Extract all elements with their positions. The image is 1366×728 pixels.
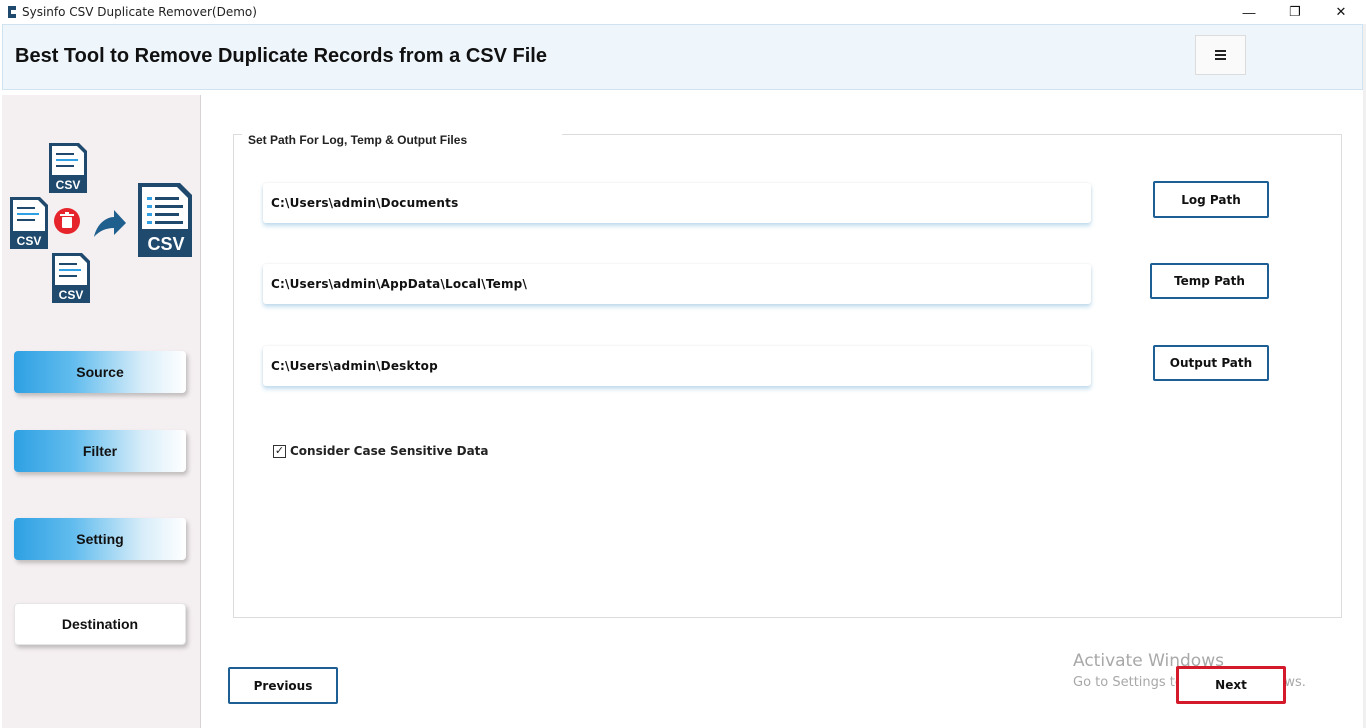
checkmark-icon: ✓ — [274, 444, 285, 457]
menu-button[interactable] — [1195, 35, 1246, 75]
log-path-button[interactable]: Log Path — [1153, 181, 1269, 218]
next-button[interactable]: Next — [1176, 666, 1286, 704]
nav-setting-label: Setting — [76, 531, 124, 547]
app-header: Best Tool to Remove Duplicate Records fr… — [2, 24, 1363, 90]
csv-icon-label: CSV — [17, 234, 42, 248]
minimize-icon: — — [1242, 4, 1256, 20]
nav-destination-label: Destination — [61, 616, 139, 632]
nav-filter-label: Filter — [82, 443, 118, 459]
nav-source-button[interactable]: Source — [14, 351, 186, 393]
csv-output-file-icon: CSV — [138, 183, 192, 257]
output-path-button[interactable]: Output Path — [1153, 345, 1269, 381]
output-path-value: C:\Users\admin\Desktop — [271, 359, 438, 373]
log-path-field[interactable]: C:\Users\admin\Documents — [263, 183, 1091, 223]
maximize-icon: ❐ — [1289, 4, 1301, 19]
output-path-button-label: Output Path — [1169, 356, 1253, 370]
csv-file-icon: CSV — [49, 143, 87, 193]
csv-icon-label: CSV — [56, 178, 81, 192]
csv-file-icon: CSV — [10, 197, 48, 249]
page-title: Best Tool to Remove Duplicate Records fr… — [15, 45, 547, 67]
csv-duplicate-illustration: CSV CSV CSV CSV — [10, 143, 192, 303]
next-button-label: Next — [1215, 678, 1247, 692]
close-button[interactable]: ✕ — [1318, 0, 1364, 24]
output-path-field[interactable]: C:\Users\admin\Desktop — [263, 346, 1091, 386]
log-path-button-label: Log Path — [1181, 192, 1241, 207]
temp-path-field[interactable]: C:\Users\admin\AppData\Local\Temp\ — [263, 264, 1091, 304]
arrow-right-icon — [94, 210, 126, 237]
csv-icon-label: CSV — [59, 288, 84, 302]
temp-path-button[interactable]: Temp Path — [1150, 263, 1269, 299]
title-bar: Sysinfo CSV Duplicate Remover(Demo) — ❐ … — [0, 0, 1366, 24]
nav-destination-button[interactable]: Destination — [14, 603, 186, 645]
hamburger-menu-icon — [1215, 50, 1226, 60]
sidebar: CSV CSV CSV CSV Source Filter Setting De… — [2, 95, 201, 728]
csv-icon-label: CSV — [147, 234, 184, 254]
case-sensitive-checkbox[interactable]: ✓ — [273, 444, 286, 458]
nav-setting-button[interactable]: Setting — [14, 518, 186, 560]
app-logo-icon — [8, 6, 16, 18]
minimize-button[interactable]: — — [1226, 0, 1272, 24]
log-path-value: C:\Users\admin\Documents — [271, 196, 459, 210]
nav-filter-button[interactable]: Filter — [14, 430, 186, 472]
nav-source-label: Source — [76, 364, 124, 380]
group-title: Set Path For Log, Temp & Output Files — [242, 128, 562, 148]
case-sensitive-label: Consider Case Sensitive Data — [290, 444, 489, 458]
temp-path-value: C:\Users\admin\AppData\Local\Temp\ — [271, 277, 528, 291]
temp-path-button-label: Temp Path — [1174, 274, 1245, 288]
window-title: Sysinfo CSV Duplicate Remover(Demo) — [22, 5, 257, 19]
maximize-button[interactable]: ❐ — [1272, 0, 1318, 24]
case-sensitive-option[interactable]: ✓ Consider Case Sensitive Data — [273, 444, 489, 458]
csv-file-icon: CSV — [52, 253, 90, 303]
previous-button[interactable]: Previous — [228, 667, 338, 704]
close-icon: ✕ — [1335, 4, 1347, 19]
previous-button-label: Previous — [253, 678, 313, 693]
trash-icon — [54, 208, 80, 234]
